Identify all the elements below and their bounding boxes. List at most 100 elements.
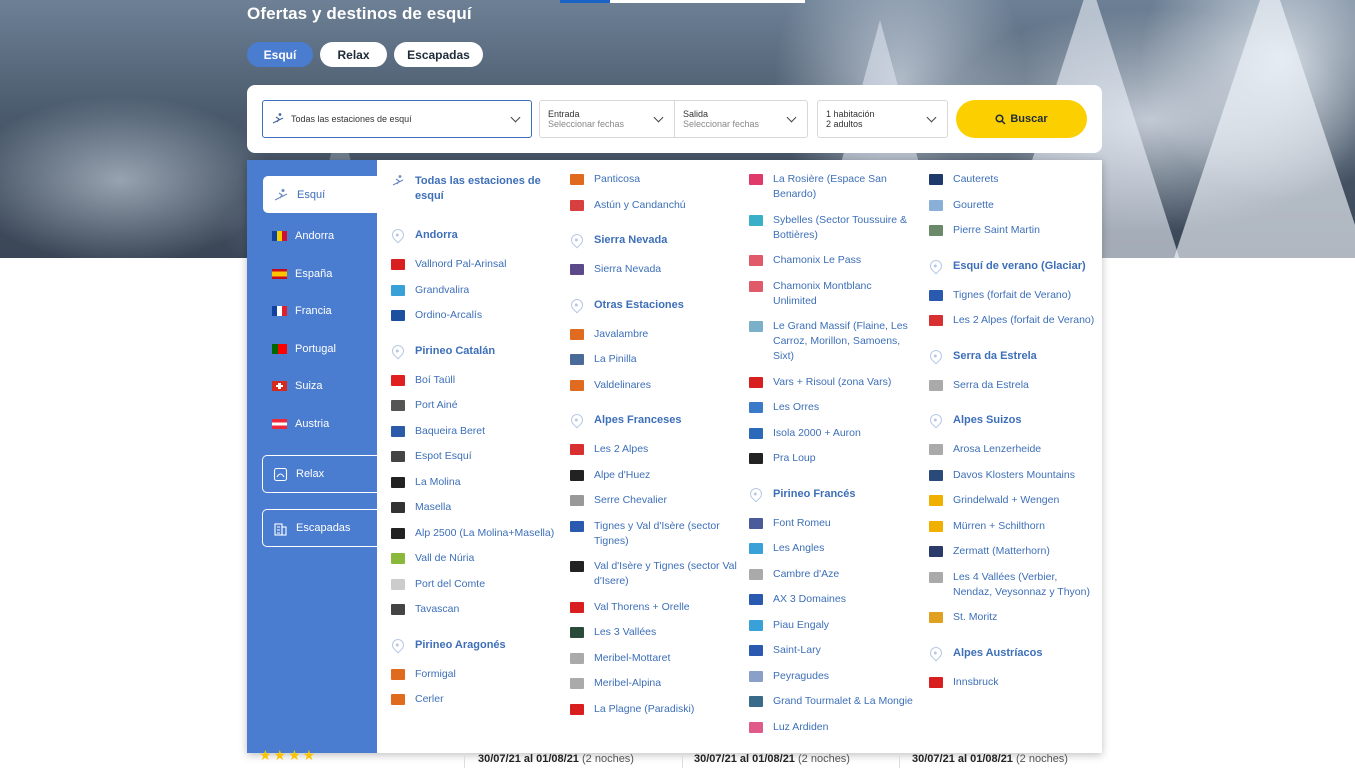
region-heading-alpes-austriacos[interactable]: Alpes Austríacos <box>927 644 1099 661</box>
resort-link-la-molina[interactable]: La Molina <box>391 475 561 490</box>
tab-escapadas[interactable]: Escapadas <box>394 42 483 67</box>
resort-link-baqueira-beret[interactable]: Baqueira Beret <box>391 424 561 439</box>
resort-link-les-2-alpes-forfait-de-verano[interactable]: Les 2 Alpes (forfait de Verano) <box>929 313 1099 328</box>
resort-link-espot-esqui[interactable]: Espot Esquí <box>391 449 561 464</box>
resort-link-st-moritz[interactable]: St. Moritz <box>929 610 1099 625</box>
resort-link-les-angles[interactable]: Les Angles <box>749 541 917 556</box>
resort-link-grand-tourmalet-la-mongie[interactable]: Grand Tourmalet & La Mongie <box>749 694 917 709</box>
resort-link-val-thorens-orelle[interactable]: Val Thorens + Orelle <box>570 600 740 615</box>
tab-esqui[interactable]: Esquí <box>247 42 313 67</box>
sidebar-item-esqui[interactable]: Esquí <box>263 176 377 213</box>
resort-link-ordino-arcalis[interactable]: Ordino-Arcalís <box>391 308 561 323</box>
resort-link-vall-de-nuria[interactable]: Vall de Núria <box>391 551 561 566</box>
checkin-label: Entrada <box>548 109 580 119</box>
region-heading-sierra-nevada[interactable]: Sierra Nevada <box>568 231 740 249</box>
resort-link-chamonix-le-pass[interactable]: Chamonix Le Pass <box>749 253 917 268</box>
region-heading-alpes-suizos[interactable]: Alpes Suizos <box>927 411 1099 429</box>
resort-link-grandvalira[interactable]: Grandvalira <box>391 283 561 298</box>
resort-link-formigal[interactable]: Formigal <box>391 667 561 682</box>
rooms-guests-field[interactable]: 1 habitación 2 adultos <box>817 100 948 138</box>
resort-link-la-plagne-paradiski[interactable]: La Plagne (Paradiski) <box>570 702 740 717</box>
resort-link-alp-2500-la-molina-masella[interactable]: Alp 2500 (La Molina+Masella) <box>391 526 561 541</box>
resort-link-tignes-forfait-de-verano[interactable]: Tignes (forfait de Verano) <box>929 288 1099 303</box>
region-heading-pirineo-frances[interactable]: Pirineo Francés <box>747 485 917 502</box>
resort-link-meribel-mottaret[interactable]: Meribel-Mottaret <box>570 651 740 666</box>
resort-link-les-2-alpes[interactable]: Les 2 Alpes <box>570 442 740 457</box>
resort-link-vallnord-pal-arinsal[interactable]: Vallnord Pal-Arinsal <box>391 257 561 272</box>
resort-link-label: Ordino-Arcalís <box>415 309 483 321</box>
region-heading-todas-las-estaciones-de-esqui[interactable]: Todas las estaciones de esquí <box>391 174 561 204</box>
checkout-field[interactable]: Salida Seleccionar fechas <box>674 100 808 138</box>
resort-link-alpe-d-huez[interactable]: Alpe d'Huez <box>570 468 740 483</box>
resort-link-gourette[interactable]: Gourette <box>929 198 1099 213</box>
resort-link-val-d-isere-y-tignes-sector-val-d-isere[interactable]: Val d'Isère y Tignes (sector Val d'Isere… <box>570 559 740 589</box>
region-heading-label: Otras Estaciones <box>594 298 684 311</box>
location-pin-icon <box>568 411 586 429</box>
resort-link-piau-engaly[interactable]: Piau Engaly <box>749 618 917 633</box>
sidebar-item-portugal[interactable]: Portugal <box>272 343 336 355</box>
resort-link-innsbruck[interactable]: Innsbruck <box>929 675 1099 690</box>
sidebar-item-francia[interactable]: Francia <box>272 305 332 317</box>
resort-link-serra-da-estrela[interactable]: Serra da Estrela <box>929 378 1099 393</box>
resort-link-valdelinares[interactable]: Valdelinares <box>570 378 740 393</box>
region-heading-serra-da-estrela[interactable]: Serra da Estrela <box>927 347 1099 364</box>
region-heading-alpes-franceses[interactable]: Alpes Franceses <box>568 411 740 429</box>
region-heading-pirineo-aragones[interactable]: Pirineo Aragonés <box>389 636 561 653</box>
resort-link-meribel-alpina[interactable]: Meribel-Alpina <box>570 676 740 691</box>
resort-link-les-3-vallees[interactable]: Les 3 Vallées <box>570 625 740 640</box>
resort-link-pra-loup[interactable]: Pra Loup <box>749 451 917 466</box>
resort-link-arosa-lenzerheide[interactable]: Arosa Lenzerheide <box>929 442 1099 457</box>
resort-link-cerler[interactable]: Cerler <box>391 692 561 707</box>
resort-link-peyragudes[interactable]: Peyragudes <box>749 669 917 684</box>
checkin-field[interactable]: Entrada Seleccionar fechas <box>539 100 675 138</box>
resort-link-tignes-y-val-d-isere-sector-tignes[interactable]: Tignes y Val d'Isère (sector Tignes) <box>570 519 740 549</box>
resort-link-sierra-nevada[interactable]: Sierra Nevada <box>570 262 740 277</box>
resort-link-murren-schilthorn[interactable]: Mürren + Schilthorn <box>929 519 1099 534</box>
resort-link-serre-chevalier[interactable]: Serre Chevalier <box>570 493 740 508</box>
resort-link-javalambre[interactable]: Javalambre <box>570 327 740 342</box>
resort-link-la-rosiere-espace-san-benardo[interactable]: La Rosière (Espace San Benardo) <box>749 172 917 202</box>
resort-link-boi-taull[interactable]: Boí Taüll <box>391 373 561 388</box>
resort-link-ax-3-domaines[interactable]: AX 3 Domaines <box>749 592 917 607</box>
resort-link-font-romeu[interactable]: Font Romeu <box>749 516 917 531</box>
destination-select[interactable]: Todas las estaciones de esquí <box>262 100 532 138</box>
resort-link-chamonix-montblanc-unlimited[interactable]: Chamonix Montblanc Unlimited <box>749 279 917 309</box>
region-heading-andorra[interactable]: Andorra <box>389 226 561 244</box>
sidebar-item-suiza[interactable]: Suiza <box>272 380 323 392</box>
resort-link-luz-ardiden[interactable]: Luz Ardiden <box>749 720 917 735</box>
region-heading-esqui-de-verano-glaciar[interactable]: Esquí de verano (Glaciar) <box>927 257 1099 274</box>
search-button[interactable]: Buscar <box>956 100 1087 138</box>
resort-link-davos-klosters-mountains[interactable]: Davos Klosters Mountains <box>929 468 1099 483</box>
resort-link-pierre-saint-martin[interactable]: Pierre Saint Martin <box>929 223 1099 238</box>
resort-link-panticosa[interactable]: Panticosa <box>570 172 740 187</box>
sidebar-item-andorra[interactable]: Andorra <box>272 230 334 242</box>
resort-link-les-orres[interactable]: Les Orres <box>749 400 917 415</box>
resort-link-astun-y-candanchu[interactable]: Astún y Candanchú <box>570 198 740 213</box>
resort-link-cauterets[interactable]: Cauterets <box>929 172 1099 187</box>
resort-link-la-pinilla[interactable]: La Pinilla <box>570 352 740 367</box>
resort-link-masella[interactable]: Masella <box>391 500 561 515</box>
resort-link-grindelwald-wengen[interactable]: Grindelwald + Wengen <box>929 493 1099 508</box>
resort-link-zermatt-matterhorn[interactable]: Zermatt (Matterhorn) <box>929 544 1099 559</box>
resort-link-tavascan[interactable]: Tavascan <box>391 602 561 617</box>
resort-link-saint-lary[interactable]: Saint-Lary <box>749 643 917 658</box>
sidebar-item-escapadas[interactable]: Escapadas <box>262 509 377 547</box>
resort-link-port-del-comte[interactable]: Port del Comte <box>391 577 561 592</box>
region-heading-label: Pirineo Francés <box>773 487 856 500</box>
sidebar-item-label: Suiza <box>295 380 323 392</box>
resort-link-vars-risoul-zona-vars[interactable]: Vars + Risoul (zona Vars) <box>749 375 917 390</box>
tab-relax[interactable]: Relax <box>320 42 387 67</box>
location-pin-icon <box>927 644 945 661</box>
sidebar-item-label: Francia <box>295 305 332 317</box>
resort-link-cambre-d-aze[interactable]: Cambre d'Aze <box>749 567 917 582</box>
sidebar-item-austria[interactable]: Austria <box>272 418 329 430</box>
resort-link-isola-2000-auron[interactable]: Isola 2000 + Auron <box>749 426 917 441</box>
sidebar-item-relax[interactable]: Relax <box>262 455 377 493</box>
region-heading-pirineo-catalan[interactable]: Pirineo Catalán <box>389 342 561 359</box>
resort-link-le-grand-massif-flaine-les-carroz-morillon-samoens-sixt[interactable]: Le Grand Massif (Flaine, Les Carroz, Mor… <box>749 319 917 364</box>
region-heading-otras-estaciones[interactable]: Otras Estaciones <box>568 296 740 313</box>
resort-link-port-aine[interactable]: Port Ainé <box>391 398 561 413</box>
resort-link-les-4-vallees-verbier-nendaz-veysonnaz-y-thyon[interactable]: Les 4 Vallées (Verbier, Nendaz, Veysonna… <box>929 570 1099 600</box>
sidebar-item-espana[interactable]: España <box>272 268 332 280</box>
resort-link-sybelles-sector-toussuire-bottieres[interactable]: Sybelles (Sector Toussuire & Bottières) <box>749 213 917 243</box>
